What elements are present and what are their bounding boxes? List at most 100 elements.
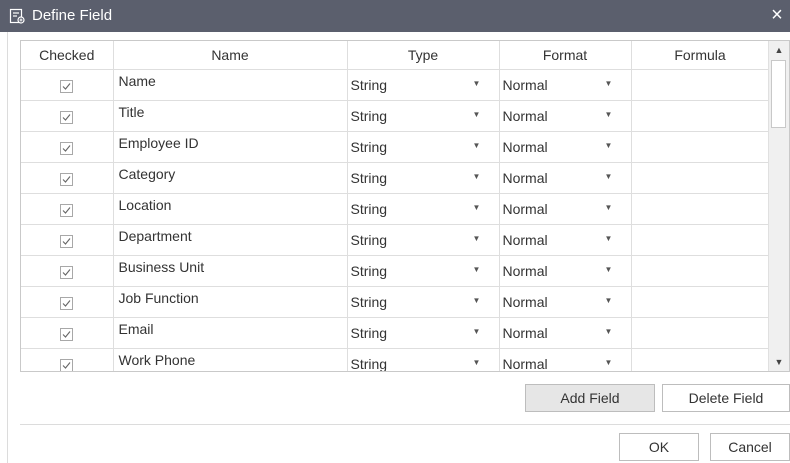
chevron-down-icon[interactable]: ▼ <box>473 234 481 243</box>
formula-cell[interactable] <box>631 100 770 132</box>
field-name-cell[interactable]: Job Function <box>113 286 348 318</box>
formula-cell[interactable] <box>631 69 770 101</box>
row-checkbox[interactable] <box>60 204 74 218</box>
formula-cell[interactable] <box>631 286 770 318</box>
type-select[interactable]: String ▼ <box>347 162 500 194</box>
type-select[interactable]: String ▼ <box>347 317 500 349</box>
vertical-scrollbar[interactable]: ▲ ▼ <box>768 41 789 371</box>
formula-cell[interactable] <box>631 224 770 256</box>
chevron-down-icon[interactable]: ▼ <box>605 203 613 212</box>
chevron-down-icon[interactable]: ▼ <box>605 296 613 305</box>
chevron-down-icon[interactable]: ▼ <box>473 327 481 336</box>
field-name-cell[interactable]: Name <box>113 69 348 101</box>
chevron-down-icon[interactable]: ▼ <box>605 265 613 274</box>
table-row[interactable]: Work Phone String ▼ Normal ▼ <box>21 348 770 372</box>
row-checkbox[interactable] <box>60 359 74 371</box>
format-select[interactable]: Normal ▼ <box>499 131 632 163</box>
row-checkbox[interactable] <box>60 328 74 342</box>
checked-cell <box>21 193 114 225</box>
type-select[interactable]: String ▼ <box>347 69 500 101</box>
format-select[interactable]: Normal ▼ <box>499 193 632 225</box>
field-name-cell[interactable]: Email <box>113 317 348 349</box>
field-name-cell[interactable]: Work Phone <box>113 348 348 371</box>
checked-cell <box>21 162 114 194</box>
chevron-down-icon[interactable]: ▼ <box>473 358 481 367</box>
type-select[interactable]: String ▼ <box>347 255 500 287</box>
type-select[interactable]: String ▼ <box>347 286 500 318</box>
field-name-cell[interactable]: Business Unit <box>113 255 348 287</box>
add-field-button[interactable]: Add Field <box>525 384 655 412</box>
chevron-down-icon[interactable]: ▼ <box>605 110 613 119</box>
chevron-down-icon[interactable]: ▼ <box>605 234 613 243</box>
chevron-down-icon[interactable]: ▼ <box>473 203 481 212</box>
scroll-up-icon[interactable]: ▲ <box>769 41 789 59</box>
table-row[interactable]: Business Unit String ▼ Normal ▼ <box>21 255 770 287</box>
chevron-down-icon[interactable]: ▼ <box>473 141 481 150</box>
cancel-button[interactable]: Cancel <box>710 433 790 461</box>
close-icon[interactable]: × <box>766 3 788 27</box>
chevron-down-icon[interactable]: ▼ <box>605 172 613 181</box>
format-select[interactable]: Normal ▼ <box>499 348 632 371</box>
chevron-down-icon[interactable]: ▼ <box>605 141 613 150</box>
field-name-cell[interactable]: Department <box>113 224 348 256</box>
format-select[interactable]: Normal ▼ <box>499 69 632 101</box>
table-row[interactable]: Department String ▼ Normal ▼ <box>21 224 770 256</box>
format-select[interactable]: Normal ▼ <box>499 224 632 256</box>
chevron-down-icon[interactable]: ▼ <box>473 110 481 119</box>
field-name-cell[interactable]: Employee ID <box>113 131 348 163</box>
formula-cell[interactable] <box>631 348 770 371</box>
row-checkbox[interactable] <box>60 266 74 280</box>
chevron-down-icon[interactable]: ▼ <box>473 265 481 274</box>
dialog-left-border <box>7 32 8 463</box>
chevron-down-icon[interactable]: ▼ <box>605 327 613 336</box>
column-header-name[interactable]: Name <box>113 41 348 70</box>
formula-cell[interactable] <box>631 317 770 349</box>
formula-cell[interactable] <box>631 193 770 225</box>
table-row[interactable]: Email String ▼ Normal ▼ <box>21 317 770 349</box>
chevron-down-icon[interactable]: ▼ <box>473 79 481 88</box>
type-select[interactable]: String ▼ <box>347 100 500 132</box>
table-row[interactable]: Name String ▼ Normal ▼ <box>21 69 770 101</box>
formula-cell[interactable] <box>631 131 770 163</box>
formula-cell[interactable] <box>631 162 770 194</box>
table-row[interactable]: Title String ▼ Normal ▼ <box>21 100 770 132</box>
type-value: String <box>350 356 388 372</box>
type-select[interactable]: String ▼ <box>347 348 500 372</box>
column-header-type[interactable]: Type <box>347 41 500 70</box>
format-select[interactable]: Normal ▼ <box>499 255 632 287</box>
format-select[interactable]: Normal ▼ <box>499 286 632 318</box>
column-header-formula[interactable]: Formula <box>631 41 770 70</box>
row-checkbox[interactable] <box>60 80 74 94</box>
format-select[interactable]: Normal ▼ <box>499 162 632 194</box>
ok-button[interactable]: OK <box>619 433 699 461</box>
format-select[interactable]: Normal ▼ <box>499 100 632 132</box>
row-checkbox[interactable] <box>60 173 74 187</box>
scroll-down-icon[interactable]: ▼ <box>769 353 789 371</box>
table-row[interactable]: Location String ▼ Normal ▼ <box>21 193 770 225</box>
delete-field-button[interactable]: Delete Field <box>662 384 790 412</box>
type-select[interactable]: String ▼ <box>347 193 500 225</box>
field-name-cell[interactable]: Location <box>113 193 348 225</box>
table-row[interactable]: Employee ID String ▼ Normal ▼ <box>21 131 770 163</box>
scrollbar-thumb[interactable] <box>771 60 786 128</box>
column-header-format[interactable]: Format <box>499 41 632 70</box>
type-select[interactable]: String ▼ <box>347 224 500 256</box>
column-header-checked[interactable]: Checked <box>21 41 114 70</box>
table-row[interactable]: Job Function String ▼ Normal ▼ <box>21 286 770 318</box>
chevron-down-icon[interactable]: ▼ <box>473 172 481 181</box>
row-checkbox[interactable] <box>60 235 74 249</box>
field-grid: Checked Name Type Format Formula Name Str… <box>21 41 770 372</box>
formula-cell[interactable] <box>631 255 770 287</box>
chevron-down-icon[interactable]: ▼ <box>605 79 613 88</box>
table-row[interactable]: Category String ▼ Normal ▼ <box>21 162 770 194</box>
field-name-cell[interactable]: Category <box>113 162 348 194</box>
type-select[interactable]: String ▼ <box>347 131 500 163</box>
format-value: Normal <box>502 294 548 310</box>
chevron-down-icon[interactable]: ▼ <box>473 296 481 305</box>
row-checkbox[interactable] <box>60 297 74 311</box>
row-checkbox[interactable] <box>60 111 74 125</box>
row-checkbox[interactable] <box>60 142 74 156</box>
format-select[interactable]: Normal ▼ <box>499 317 632 349</box>
chevron-down-icon[interactable]: ▼ <box>605 358 613 367</box>
field-name-cell[interactable]: Title <box>113 100 348 132</box>
